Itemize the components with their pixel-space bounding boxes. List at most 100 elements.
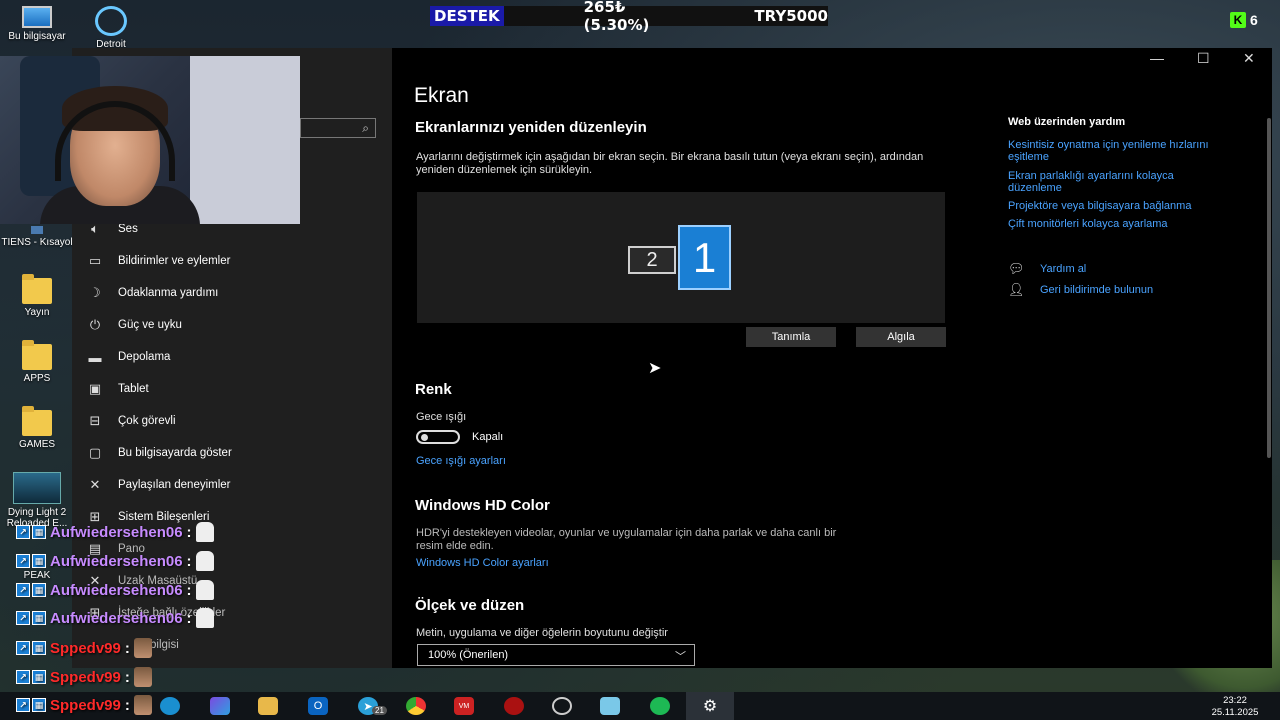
multitask-icon: ⊟ bbox=[89, 413, 101, 428]
sidebar-item-label: Bildirimler ve eylemler bbox=[118, 255, 231, 267]
help-link-projector[interactable]: Projektöre veya bilgisayara bağlanma bbox=[1008, 200, 1248, 212]
app-red-icon[interactable] bbox=[504, 697, 524, 715]
kick-viewers: K 6 bbox=[1230, 12, 1258, 28]
ghost-emote-icon bbox=[195, 522, 214, 542]
rearrange-description: Ayarlarını değiştirmek için aşağıdan bir… bbox=[416, 151, 924, 176]
chat-username: Sppedv99 bbox=[50, 639, 121, 657]
webcam-overlay bbox=[0, 56, 300, 224]
close-icon[interactable]: ✕ bbox=[1243, 50, 1255, 67]
outlook-icon[interactable]: O bbox=[308, 697, 328, 715]
chat-username: Aufwiedersehen06 bbox=[50, 523, 183, 541]
sidebar-item-tablet[interactable]: ▣ Tablet bbox=[86, 379, 149, 399]
sidebar-item-label: bilgisi bbox=[150, 639, 179, 651]
scale-label: Metin, uygulama ve diğer öğelerin boyutu… bbox=[416, 627, 668, 639]
desktop-icon-yayin[interactable]: Yayın bbox=[0, 274, 74, 318]
badge-icon: ▦ bbox=[32, 554, 46, 568]
desktop-icon-label: Yayın bbox=[24, 307, 50, 318]
hd-color-settings-link[interactable]: Windows HD Color ayarları bbox=[416, 557, 549, 569]
chat-separator: : bbox=[186, 581, 192, 599]
power-icon: ⏻ bbox=[89, 317, 101, 332]
monitor-1[interactable]: 1 bbox=[678, 225, 731, 290]
clock-time: 23:22 bbox=[1223, 695, 1247, 706]
help-link-dual-monitor[interactable]: Çift monitörleri kolayca ayarlama bbox=[1008, 218, 1248, 230]
gear-icon[interactable]: ⚙ bbox=[700, 697, 720, 715]
face-emote-icon bbox=[133, 695, 152, 715]
game-icon bbox=[13, 472, 61, 504]
sidebar-item-storage[interactable]: ▬ Depolama bbox=[86, 347, 171, 367]
clock-date: 25.11.2025 bbox=[1211, 707, 1259, 718]
get-help-label: Yardım al bbox=[1040, 263, 1087, 275]
ticker-goal: TRY5000 bbox=[754, 7, 828, 25]
desktop-icon-tiens[interactable]: TIENS - Kısayol bbox=[0, 226, 74, 248]
chat-message: ↗ ▦ Sppedv99 : bbox=[16, 693, 152, 717]
sidebar-item-focus[interactable]: ☽ Odaklanma yardımı bbox=[86, 283, 218, 303]
sidebar-item-shared[interactable]: ✕ Paylaşılan deneyimler bbox=[86, 475, 231, 495]
maximize-icon[interactable]: ☐ bbox=[1197, 50, 1210, 67]
badge-icon: ↗ bbox=[16, 525, 30, 539]
sidebar-item-multitask[interactable]: ⊟ Çok görevli bbox=[86, 411, 176, 431]
chat-badges: ↗ ▦ bbox=[16, 525, 46, 539]
chat-message: ↗ ▦ Aufwiedersehen06 : bbox=[16, 578, 214, 602]
chevron-down-icon: ﹀ bbox=[675, 651, 686, 663]
taskbar bbox=[0, 692, 1280, 720]
desktop-icon-label: APPS bbox=[23, 373, 51, 384]
spotify-icon[interactable] bbox=[650, 697, 670, 715]
desktop-icon-this-pc[interactable]: Bu bilgisayar bbox=[0, 6, 74, 42]
badge-icon: ↗ bbox=[16, 641, 30, 655]
desktop-icon-detroit[interactable]: Detroit bbox=[74, 6, 148, 50]
sidebar-item-info[interactable]: bilgisi bbox=[150, 635, 179, 655]
sidebar-item-power[interactable]: ⏻ Güç ve uyku bbox=[86, 315, 182, 335]
desktop-icon-apps[interactable]: APPS bbox=[0, 340, 74, 384]
chat-badges: ↗ ▦ bbox=[16, 583, 46, 597]
scrollbar[interactable] bbox=[1267, 118, 1271, 458]
chrome-icon[interactable] bbox=[406, 697, 426, 715]
help-link-brightness[interactable]: Ekran parlaklığı ayarlarını kolayca düze… bbox=[1008, 170, 1228, 194]
file-explorer-icon[interactable] bbox=[258, 697, 278, 715]
feedback-link[interactable]: 👤︎ Geri bildirimde bulunun bbox=[1008, 282, 1153, 298]
sidebar-item-project[interactable]: ▢ Bu bilgisayarda göster bbox=[86, 443, 232, 463]
hd-color-description: HDR'yi destekleyen videolar, oyunlar ve … bbox=[416, 527, 837, 552]
sidebar-item-label: Tablet bbox=[118, 383, 149, 395]
folder-icon bbox=[22, 340, 52, 370]
edge-icon[interactable] bbox=[160, 697, 180, 715]
chat-message: ↗ ▦ Sppedv99 : bbox=[16, 665, 152, 689]
taskbar-clock[interactable]: 23:22 25.11.2025 bbox=[1210, 695, 1260, 719]
toggle-state-label: Kapalı bbox=[472, 431, 504, 443]
sidebar-item-label: Odaklanma yardımı bbox=[118, 287, 219, 299]
chat-message: ↗ ▦ Aufwiedersehen06 : bbox=[16, 549, 214, 573]
minimize-icon[interactable]: — bbox=[1150, 50, 1164, 66]
folder-icon bbox=[22, 406, 52, 436]
identify-button[interactable]: Tanımla bbox=[746, 327, 836, 347]
night-light-settings-link[interactable]: Gece ışığı ayarları bbox=[416, 455, 506, 467]
chat-message: ↗ ▦ Aufwiedersehen06 : bbox=[16, 606, 214, 630]
settings-search-input[interactable]: ⌕ bbox=[300, 118, 376, 138]
notification-icon: ▭ bbox=[88, 253, 102, 268]
scale-dropdown[interactable]: 100% (Önerilen) ﹀ bbox=[417, 644, 695, 666]
night-light-toggle[interactable] bbox=[416, 430, 460, 444]
chat-badges: ↗ ▦ bbox=[16, 641, 46, 655]
monitor-2[interactable]: 2 bbox=[628, 246, 676, 274]
shortcut-icon bbox=[31, 226, 43, 234]
desktop-icon-games[interactable]: GAMES bbox=[0, 406, 74, 450]
voicemeeter-icon[interactable]: VM bbox=[454, 697, 474, 715]
help-link-refresh-rate[interactable]: Kesintisiz oynatma için yenileme hızları… bbox=[1008, 139, 1228, 163]
badge-icon: ↗ bbox=[16, 698, 30, 712]
moon-icon: ☽ bbox=[89, 285, 101, 300]
page-title: Ekran bbox=[414, 84, 469, 107]
rearrange-heading: Ekranlarınızı yeniden düzenleyin bbox=[415, 119, 647, 136]
ghost-emote-icon bbox=[195, 551, 214, 571]
chat-separator: : bbox=[124, 668, 130, 686]
chat-username: Sppedv99 bbox=[50, 668, 121, 686]
scale-dropdown-value: 100% (Önerilen) bbox=[428, 649, 509, 661]
notes-icon[interactable] bbox=[600, 697, 620, 715]
copilot-icon[interactable] bbox=[210, 697, 230, 715]
obs-icon[interactable] bbox=[552, 697, 572, 715]
get-help-link[interactable]: 💬︎ Yardım al bbox=[1008, 261, 1086, 277]
badge-icon: ▦ bbox=[32, 698, 46, 712]
sidebar-item-notifications[interactable]: ▭ Bildirimler ve eylemler bbox=[86, 251, 231, 271]
detect-button[interactable]: Algıla bbox=[856, 327, 946, 347]
ticker-label: DESTEK bbox=[430, 6, 504, 26]
chat-bubble-icon: 💬︎ bbox=[1008, 261, 1025, 276]
computer-icon bbox=[22, 6, 52, 28]
chat-badges: ↗ ▦ bbox=[16, 611, 46, 625]
